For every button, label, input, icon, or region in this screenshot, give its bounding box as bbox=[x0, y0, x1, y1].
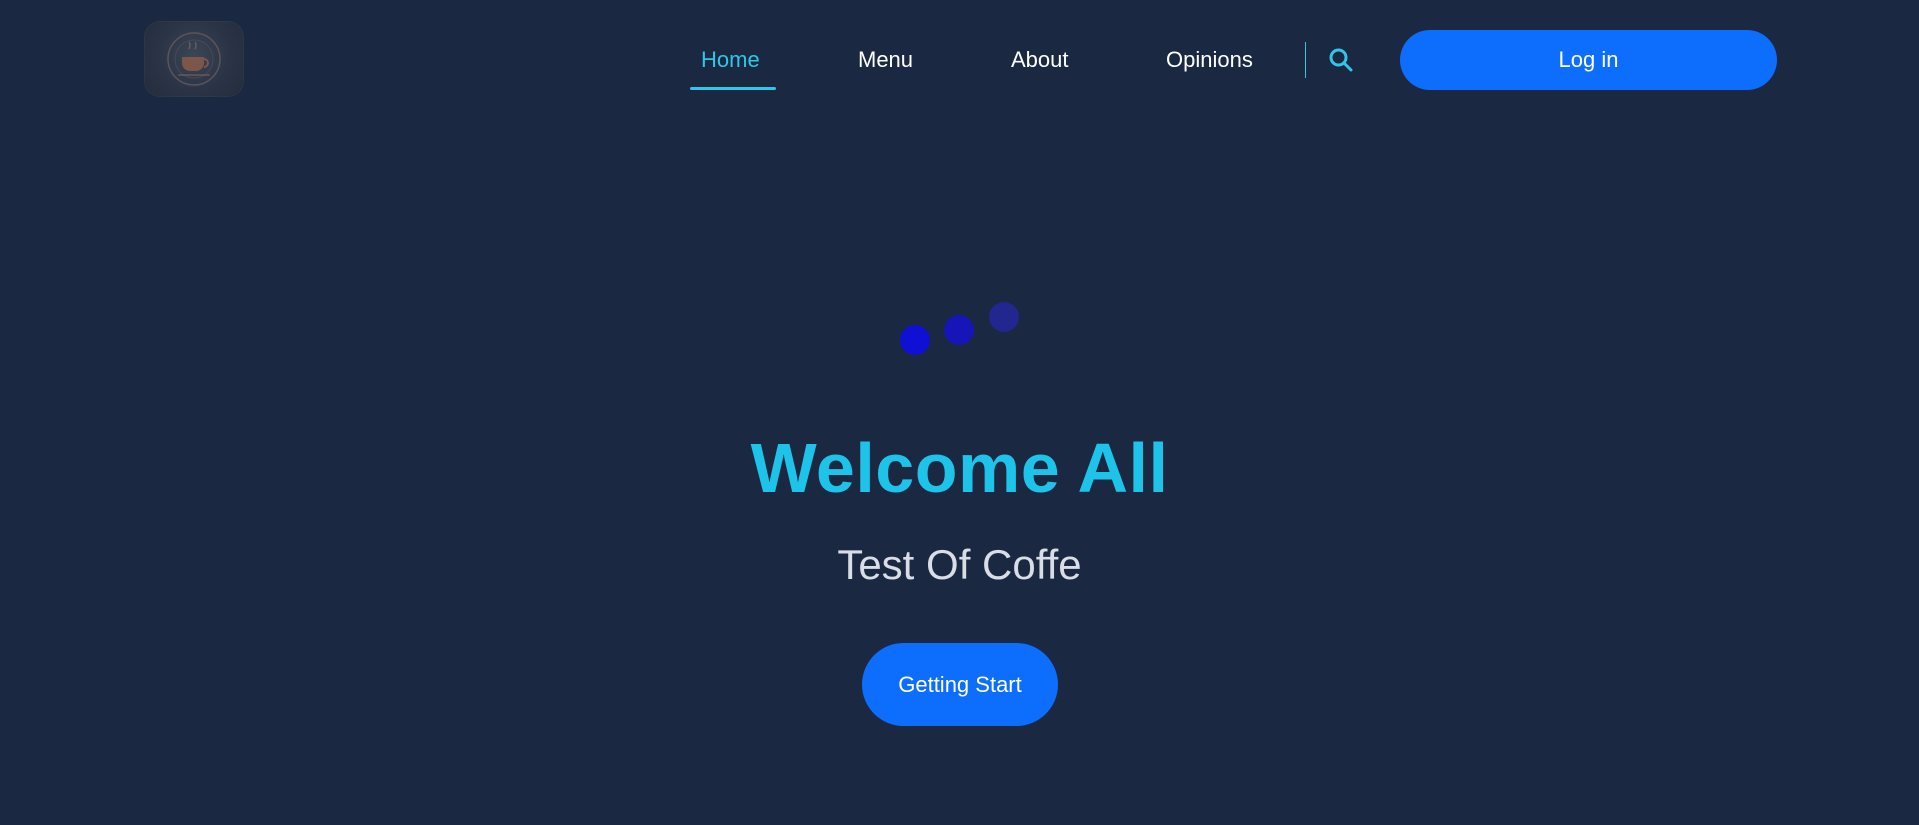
getting-start-button[interactable]: Getting Start bbox=[862, 643, 1058, 726]
coffee-cup-icon bbox=[167, 32, 221, 86]
nav-item-about[interactable]: About bbox=[1011, 46, 1069, 74]
search-icon bbox=[1329, 48, 1353, 72]
nav-item-home[interactable]: Home bbox=[701, 46, 760, 74]
hero-subtitle: Test Of Coffe bbox=[837, 541, 1082, 588]
nav-item-opinions[interactable]: Opinions bbox=[1166, 46, 1253, 74]
loader-dot bbox=[900, 325, 930, 355]
nav-divider bbox=[1305, 42, 1306, 78]
nav-item-menu[interactable]: Menu bbox=[858, 46, 913, 74]
active-nav-indicator bbox=[690, 87, 776, 90]
login-button[interactable]: Log in bbox=[1400, 30, 1777, 90]
navbar: Home Menu About Opinions Log in bbox=[0, 0, 1919, 120]
hero-title: Welcome All bbox=[750, 429, 1169, 507]
search-button[interactable] bbox=[1327, 46, 1355, 74]
coffee-shop-logo[interactable] bbox=[144, 21, 244, 97]
loading-dots bbox=[890, 290, 1030, 360]
loader-dot bbox=[989, 302, 1019, 332]
loader-dot bbox=[944, 315, 974, 345]
